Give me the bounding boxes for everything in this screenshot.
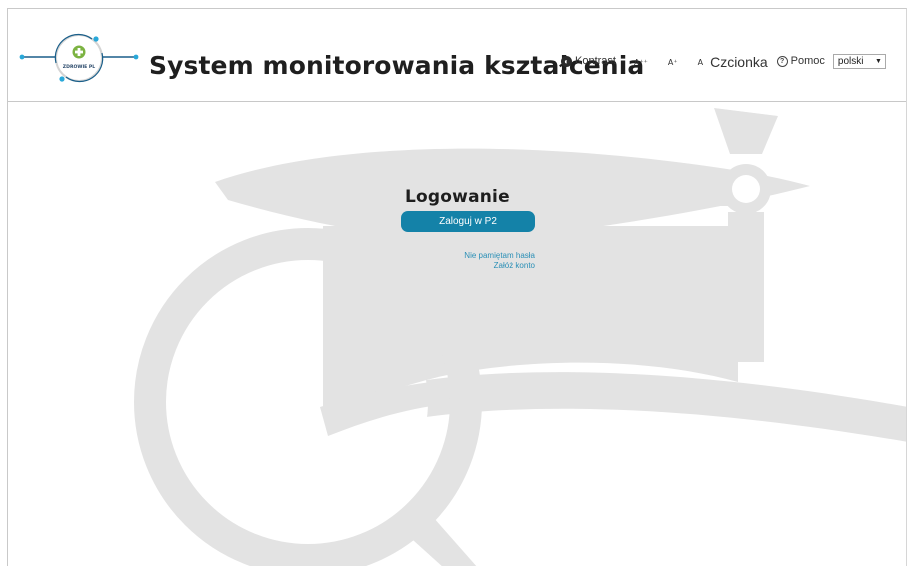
chevron-down-icon: ▼ xyxy=(874,57,882,65)
login-p2-button[interactable]: Zaloguj w P2 xyxy=(401,211,535,232)
contrast-button[interactable]: ◐ Kontrast xyxy=(561,55,616,67)
login-panel: Logowanie Zaloguj w P2 xyxy=(401,187,535,232)
contrast-label: Kontrast xyxy=(575,55,616,67)
help-button[interactable]: ? Pomoc xyxy=(776,55,825,67)
font-label: Czcionka xyxy=(710,54,768,70)
help-icon: ? xyxy=(776,55,788,67)
help-label: Pomoc xyxy=(790,55,825,67)
font-size-small-button[interactable]: A xyxy=(698,58,703,67)
app-window: ZDROWIE PL System monitorowania kształce… xyxy=(7,8,907,566)
contrast-icon: ◐ xyxy=(561,55,572,67)
logo[interactable]: ZDROWIE PL xyxy=(18,31,140,93)
forgot-password-link[interactable]: Nie pamiętam hasła xyxy=(401,251,535,261)
login-title: Logowanie xyxy=(405,187,510,207)
create-account-link[interactable]: Załóż konto xyxy=(401,261,535,271)
logo-graphic: ZDROWIE PL xyxy=(19,33,139,83)
language-select[interactable]: polski ▼ xyxy=(832,53,886,69)
font-size-medium-button[interactable]: A⁺ xyxy=(668,58,678,67)
accessibility-toolbar: ◐ Kontrast A⁺⁺ A⁺ A Czcionka ? Pomoc pol… xyxy=(561,51,886,71)
header: ZDROWIE PL System monitorowania kształce… xyxy=(8,9,906,102)
login-links: Nie pamiętam hasła Załóż konto xyxy=(401,251,535,271)
logo-text: ZDROWIE PL xyxy=(63,64,95,70)
font-size-large-button[interactable]: A⁺⁺ xyxy=(634,58,648,67)
graduation-cap-magnifier-icon xyxy=(134,108,906,566)
language-value: polski xyxy=(837,55,864,67)
